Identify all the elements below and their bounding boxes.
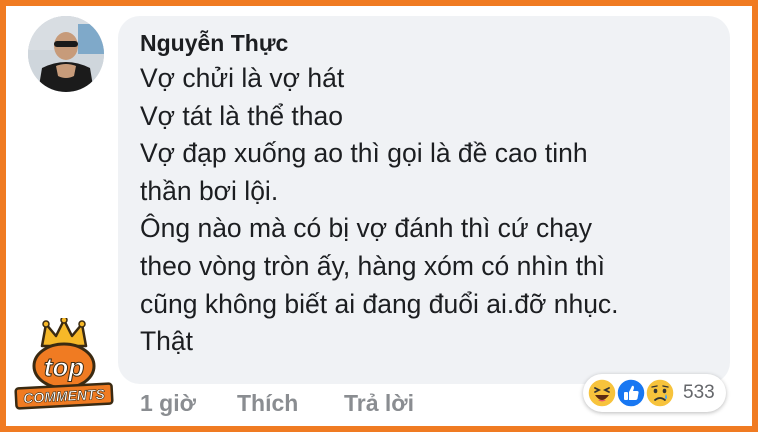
like-button[interactable]: Thích: [237, 390, 298, 417]
top-comments-logo: top COMMENTS: [12, 316, 116, 410]
comment-line: theo vòng tròn ấy, hàng xóm có nhìn thì: [140, 250, 606, 281]
svg-text:top: top: [44, 352, 85, 382]
timestamp[interactable]: 1 giờ: [140, 390, 196, 417]
comment-line: thần bơi lội.: [140, 175, 279, 206]
reaction-summary[interactable]: 533: [583, 374, 726, 412]
reaction-count: 533: [683, 382, 715, 403]
comment-line: Vợ chửi là vợ hát: [140, 63, 345, 93]
sad-icon: [645, 378, 675, 408]
like-icon: [616, 378, 646, 408]
author-name[interactable]: Nguyễn Thực: [140, 30, 288, 57]
comment-line: Thật: [140, 326, 194, 357]
crown-icon: [40, 316, 88, 348]
reply-button[interactable]: Trả lời: [344, 390, 414, 417]
comment-line: Vợ tát là thể thao: [140, 100, 344, 131]
avatar[interactable]: [28, 16, 104, 92]
comment-line: cũng không biết ai đang đuổi ai.đỡ nhục.: [140, 288, 619, 319]
comment-text: Vợ chửi là vợ hát Vợ tát là thể thao Vợ …: [140, 60, 715, 361]
comment-line: Vợ đạp xuống ao thì gọi là đề cao tinh: [140, 138, 588, 169]
haha-icon: [587, 378, 617, 408]
comment-line: Ông nào mà có bị vợ đánh thì cứ chạy: [140, 213, 593, 244]
profile-photo: [28, 16, 104, 92]
comment-bubble: Nguyễn Thực Vợ chửi là vợ hát Vợ tát là …: [118, 16, 730, 384]
